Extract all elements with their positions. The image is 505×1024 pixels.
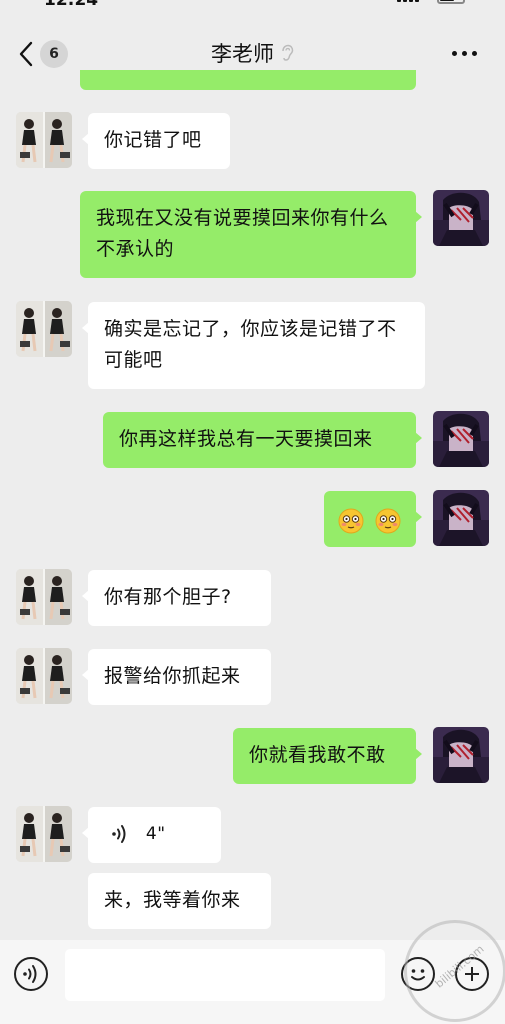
incoming-message-bubble[interactable]: 来，我等着你来 bbox=[88, 873, 271, 929]
incoming-message-bubble[interactable]: 确实是忘记了，你应该是记错了不可能吧 bbox=[82, 302, 425, 389]
message-text: 我现在又没有说要摸回来你有什么不承认的 bbox=[96, 207, 389, 260]
contact-avatar[interactable] bbox=[16, 648, 72, 704]
more-actions-button[interactable] bbox=[455, 957, 489, 991]
incoming-message-bubble[interactable]: 你有那个胆子? bbox=[82, 570, 271, 626]
input-bar bbox=[0, 940, 505, 1024]
signal-bar bbox=[403, 0, 407, 2]
voice-input-button[interactable] bbox=[14, 957, 48, 991]
dot-icon bbox=[472, 51, 477, 56]
smiley-icon bbox=[411, 969, 425, 981]
emoji-button[interactable] bbox=[401, 957, 435, 991]
message-text: 确实是忘记了，你应该是记错了不可能吧 bbox=[104, 318, 397, 371]
dot-icon bbox=[452, 51, 457, 56]
battery-icon bbox=[437, 0, 465, 4]
message-text: 你就看我敢不敢 bbox=[249, 744, 386, 766]
outgoing-message-bubble[interactable]: 我现在又没有说要摸回来你有什么不承认的 bbox=[80, 191, 422, 278]
my-avatar[interactable] bbox=[433, 411, 489, 467]
outgoing-emoji-bubble[interactable] bbox=[324, 491, 422, 547]
message-text: 你有那个胆子? bbox=[104, 586, 232, 608]
outgoing-message-bubble[interactable]: 你就看我敢不敢 bbox=[233, 728, 422, 784]
voice-message-bubble[interactable]: 4" bbox=[82, 807, 221, 863]
dot-icon bbox=[462, 51, 467, 56]
chat-title: 李老师 bbox=[211, 42, 274, 66]
message-text: 报警给你抓起来 bbox=[104, 665, 241, 687]
contact-avatar[interactable] bbox=[16, 301, 72, 357]
message-text: 你记错了吧 bbox=[104, 129, 202, 151]
status-icons bbox=[395, 0, 465, 8]
signal-bar bbox=[415, 0, 419, 2]
signal-icon bbox=[397, 0, 401, 2]
status-bar: 12:24 bbox=[0, 0, 505, 18]
status-time: 12:24 bbox=[44, 0, 99, 10]
voice-wave-icon bbox=[112, 825, 126, 843]
voice-wave-icon bbox=[23, 965, 37, 983]
flushed-face-icon bbox=[338, 508, 364, 533]
contact-avatar[interactable] bbox=[16, 569, 72, 625]
contact-avatar[interactable] bbox=[16, 806, 72, 862]
previous-message-bubble[interactable] bbox=[80, 70, 416, 90]
incoming-message-bubble[interactable]: 报警给你抓起来 bbox=[82, 649, 271, 705]
flushed-face-icon bbox=[375, 508, 401, 533]
message-input[interactable] bbox=[65, 949, 385, 1001]
contact-avatar[interactable] bbox=[16, 112, 72, 168]
outgoing-message-bubble[interactable]: 你再这样我总有一天要摸回来 bbox=[103, 412, 422, 468]
incoming-message-bubble[interactable]: 你记错了吧 bbox=[82, 113, 230, 169]
message-text: 你再这样我总有一天要摸回来 bbox=[119, 428, 373, 450]
message-text: 来，我等着你来 bbox=[104, 889, 241, 911]
ear-icon bbox=[282, 44, 294, 61]
my-avatar[interactable] bbox=[433, 190, 489, 246]
voice-duration: 4" bbox=[145, 824, 166, 844]
more-options-button[interactable] bbox=[452, 51, 477, 56]
signal-bar bbox=[409, 0, 413, 2]
my-avatar[interactable] bbox=[433, 727, 489, 783]
my-avatar[interactable] bbox=[433, 490, 489, 546]
